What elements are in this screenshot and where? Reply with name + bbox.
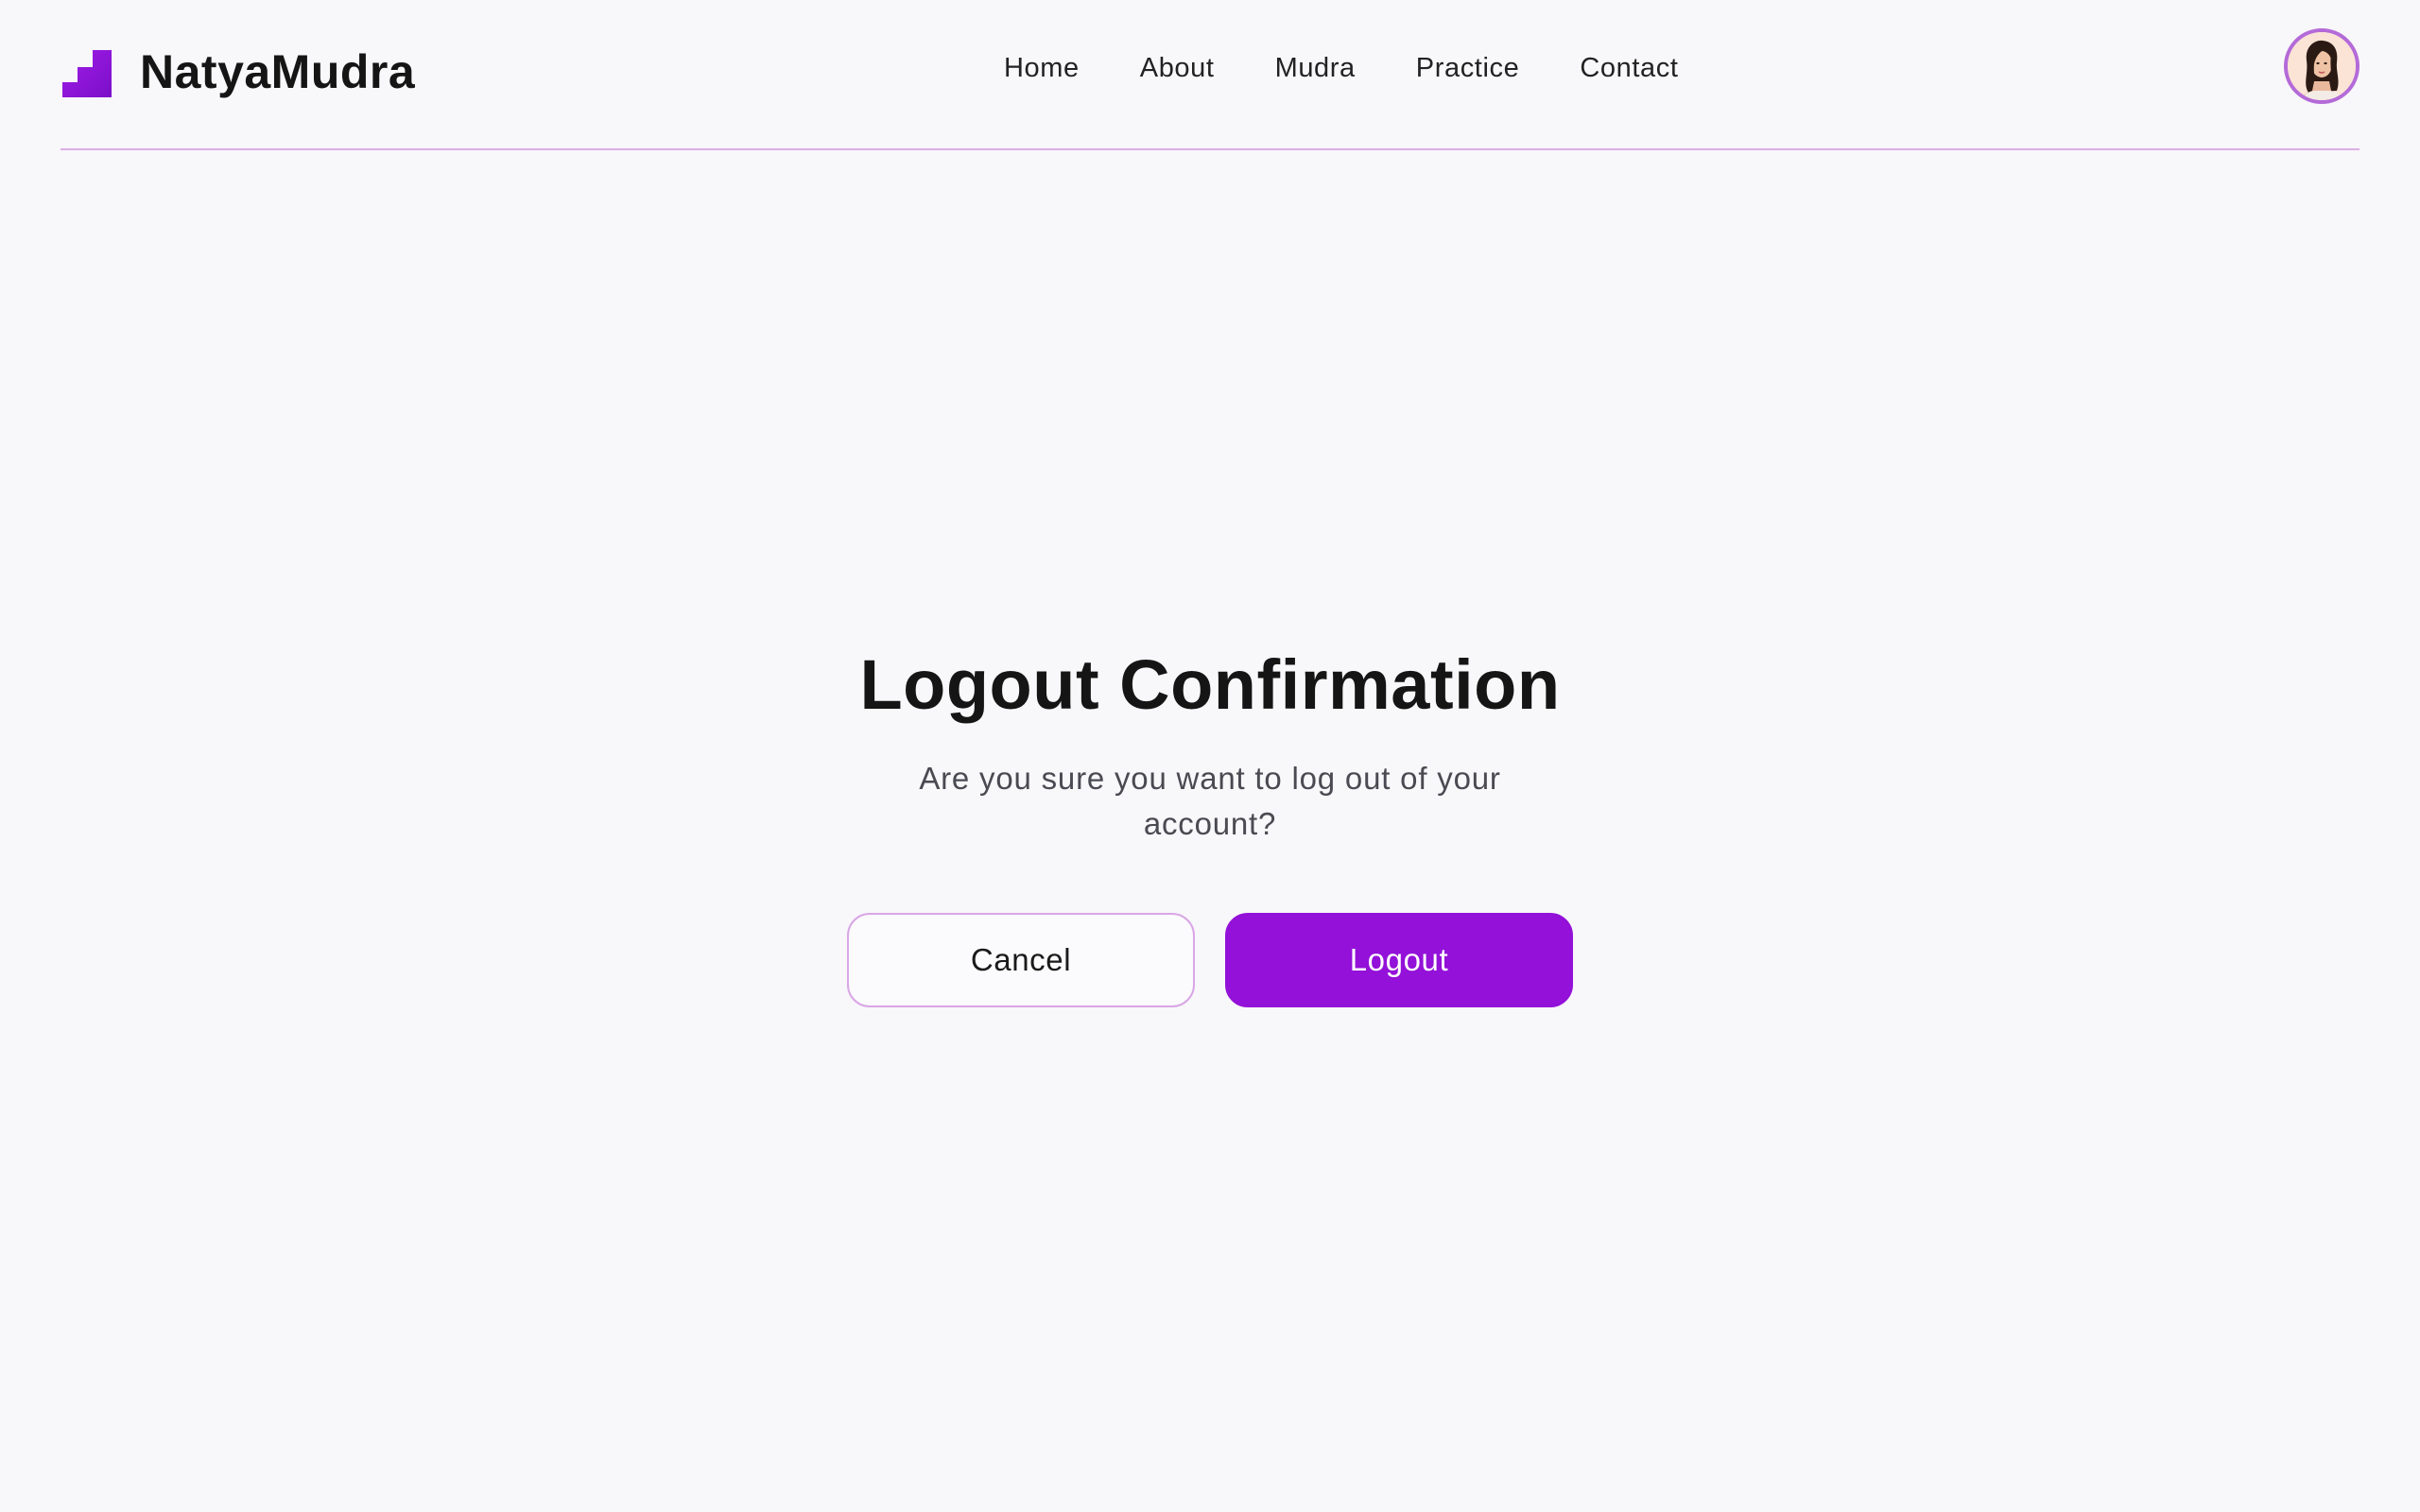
user-avatar[interactable] xyxy=(2284,28,2360,104)
stairs-logo-icon xyxy=(62,50,112,97)
brand-link[interactable]: NatyaMudra xyxy=(60,38,415,106)
dialog-message: Are you sure you want to log out of your… xyxy=(919,761,1501,841)
cancel-button[interactable]: Cancel xyxy=(847,913,1195,1007)
nav-mudra-link[interactable]: Mudra xyxy=(1275,53,1356,84)
dialog-title: Logout Confirmation xyxy=(859,645,1561,724)
nav-home-link[interactable]: Home xyxy=(1004,53,1080,84)
nav-contact-link[interactable]: Contact xyxy=(1580,53,1678,84)
brand-name: NatyaMudra xyxy=(140,45,416,98)
nav-about-link[interactable]: About xyxy=(1140,53,1215,84)
logout-page: NatyaMudra Home About Mudra Practice Con… xyxy=(0,0,2420,1512)
main-nav: Home About Mudra Practice Contact xyxy=(1004,53,1678,84)
nav-practice-link[interactable]: Practice xyxy=(1416,53,1520,84)
logout-button[interactable]: Logout xyxy=(1225,913,1573,1007)
user-avatar-icon xyxy=(2288,32,2356,100)
logout-confirmation-dialog: Logout Confirmation Are you sure you wan… xyxy=(0,0,2420,1512)
top-header: NatyaMudra Home About Mudra Practice Con… xyxy=(60,0,2360,150)
